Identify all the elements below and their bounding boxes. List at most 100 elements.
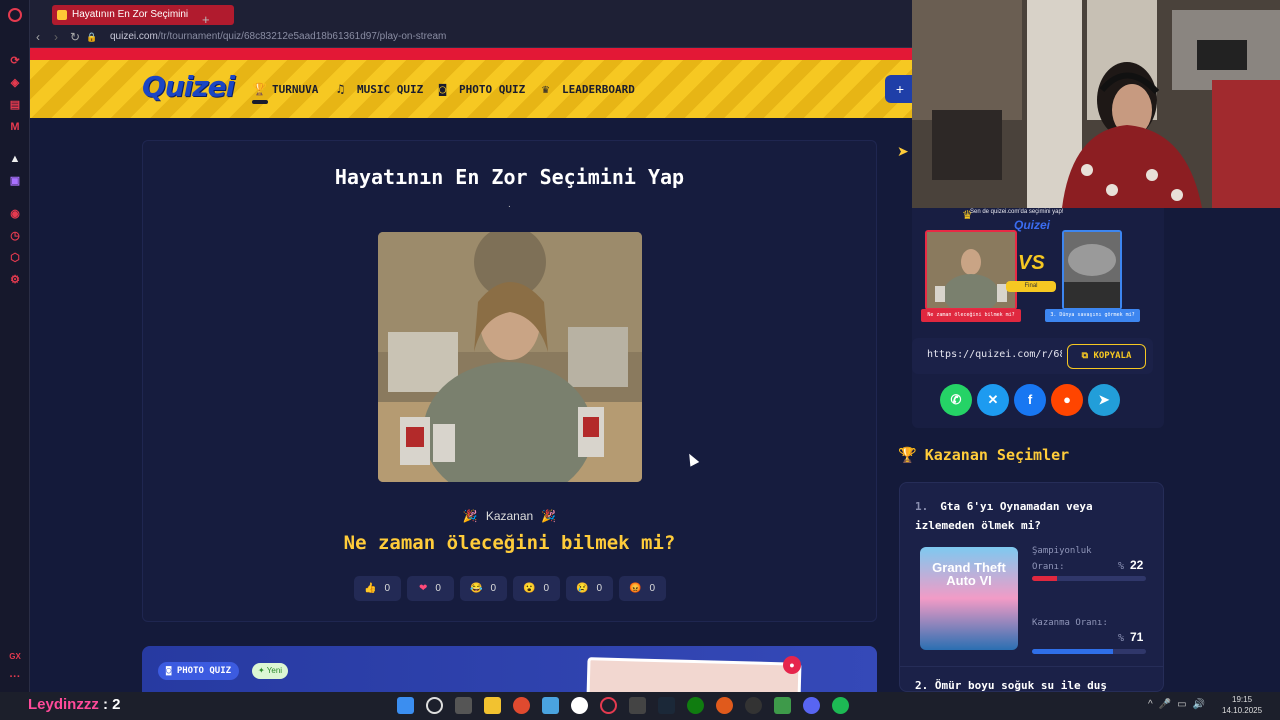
extensions-icon[interactable]: ⬡: [8, 251, 22, 265]
camera-icon: ◙: [166, 666, 177, 676]
gx-icon[interactable]: GX: [8, 650, 22, 664]
taskbar: Leydinzzz : 2 ^🎤▭🔊 19:15 14.10.2025: [0, 692, 1280, 720]
twitch-icon[interactable]: ▣: [8, 174, 22, 188]
copy-label: KOPYALA: [1093, 351, 1132, 361]
sidebar-player-icon[interactable]: ◉: [8, 207, 22, 221]
share-url-box: https://quizei.com/r/68c ⧉ KOPYALA: [912, 338, 1153, 374]
vs-right-label: 3. Dünya savaşını görmek mi?: [1045, 309, 1140, 322]
reddit-icon[interactable]: ●: [1051, 384, 1083, 416]
winner-item-title: 1. Gta 6'yı Oynamadan veya izlemeden ölme…: [915, 497, 1135, 535]
app-icon-2[interactable]: [745, 697, 762, 714]
telegram-icon[interactable]: ➤: [1088, 384, 1120, 416]
create-button[interactable]: +: [885, 75, 915, 103]
winner-label-text: Kazanan: [485, 509, 534, 523]
next-winner-item[interactable]: 2. Ömür boyu soğuk su ile duş: [915, 679, 1107, 692]
final-badge-text: Final: [1024, 283, 1038, 289]
webcam-overlay: [912, 0, 1280, 208]
forward-icon[interactable]: ›: [54, 30, 58, 44]
winner-list-item[interactable]: 1. Gta 6'yı Oynamadan veya izlemeden ölme…: [899, 482, 1164, 692]
site-logo[interactable]: Quizei: [142, 70, 235, 103]
tab-bar: Hayatının En Zor Seçimini +: [30, 0, 912, 28]
photo-quiz-badge: ◙ PHOTO QUIZ: [158, 662, 240, 680]
photo-quiz-banner[interactable]: ◙ PHOTO QUIZ ✦ Yeni ●: [142, 646, 877, 696]
whatsapp-icon[interactable]: ✆: [940, 384, 972, 416]
search-icon[interactable]: [426, 697, 443, 714]
epic-games-icon[interactable]: [629, 697, 646, 714]
sidebar-shop-icon[interactable]: ▤: [8, 98, 22, 112]
facebook-icon[interactable]: f: [1014, 384, 1046, 416]
pin-icon: ●: [783, 656, 801, 674]
new-badge-text: Yeni: [266, 666, 283, 675]
more-icon[interactable]: ···: [8, 670, 22, 684]
app-icon-3[interactable]: [774, 697, 791, 714]
steam-icon[interactable]: [658, 697, 675, 714]
left-choice-thumb: [927, 232, 1015, 314]
system-tray[interactable]: ^🎤▭🔊: [1148, 699, 1211, 710]
spotify-icon[interactable]: [832, 697, 849, 714]
url-field[interactable]: quizei.com/tr/tournament/quiz/68c83212e5…: [110, 31, 446, 42]
reaction-count: 0: [490, 583, 496, 594]
obs-icon[interactable]: [571, 697, 588, 714]
divider: [900, 666, 1163, 667]
nav-label: TURNUVA: [272, 83, 319, 96]
file-explorer-icon[interactable]: [484, 697, 501, 714]
sidebar-m-icon[interactable]: M: [8, 120, 22, 134]
confetti-icon: 🎉: [541, 509, 557, 523]
chrome-icon[interactable]: [513, 697, 530, 714]
send-icon[interactable]: ➤: [897, 143, 909, 160]
task-view-icon[interactable]: [455, 697, 472, 714]
result-card: Hayatının En Zor Seçimini Yap . 🎉 Kazanan…: [142, 140, 877, 622]
camera-icon: ◙: [439, 82, 447, 96]
back-icon[interactable]: ‹: [36, 30, 40, 44]
heart-icon: ❤: [419, 583, 428, 594]
thumbs-up-icon: 👍: [363, 583, 377, 594]
url-host: quizei.com: [110, 31, 158, 42]
history-icon[interactable]: ◷: [8, 229, 22, 243]
social-share-buttons: ✆ ✕ f ● ➤: [940, 384, 1120, 416]
winner-photo: [378, 232, 642, 482]
winners-heading-text: Kazanan Seçimler: [924, 446, 1070, 464]
reaction-count: 0: [543, 583, 549, 594]
share-url-field[interactable]: https://quizei.com/r/68c: [927, 349, 1062, 360]
ea-icon[interactable]: [716, 697, 733, 714]
reaction-love-button[interactable]: ❤ 0: [406, 576, 454, 601]
clock[interactable]: 19:15 14.10.2025: [1222, 694, 1262, 716]
reaction-like-button[interactable]: 👍 0: [353, 576, 401, 601]
reaction-count: 0: [384, 583, 390, 594]
opera-gx-icon[interactable]: [600, 697, 617, 714]
copy-icon: ⧉: [1081, 351, 1094, 361]
nav-label: LEADERBOARD: [562, 83, 635, 96]
reaction-laugh-button[interactable]: 😂 0: [459, 576, 507, 601]
start-icon[interactable]: [397, 697, 414, 714]
reaction-angry-button[interactable]: 😡 0: [618, 576, 666, 601]
right-column: ♛ Sen de quizei.com'da seçimini yap! Qui…: [898, 0, 1280, 692]
sidebar-refresh-icon[interactable]: ⟳: [8, 54, 22, 68]
copy-button[interactable]: ⧉ KOPYALA: [1067, 344, 1146, 369]
browser-tab[interactable]: Hayatının En Zor Seçimini +: [52, 5, 234, 27]
reaction-sad-button[interactable]: 😢 0: [565, 576, 613, 601]
gta-logo-text: Grand Theft Auto VI: [932, 560, 1006, 588]
photo-preview-card: [586, 657, 802, 696]
webcam-feed: [912, 0, 1280, 208]
stream-border: [30, 48, 912, 60]
opera-icon[interactable]: [8, 8, 22, 22]
sidebar-ai-icon[interactable]: ▲: [8, 152, 22, 166]
new-tab-button[interactable]: +: [202, 10, 210, 30]
confetti-icon: 🎉: [462, 509, 478, 523]
settings-icon[interactable]: ⚙: [8, 273, 22, 287]
app-icon[interactable]: [542, 697, 559, 714]
nav-turnuva[interactable]: 🏆 TURNUVA: [252, 82, 318, 96]
x-icon[interactable]: ✕: [977, 384, 1009, 416]
sidebar-messenger-icon[interactable]: ◈: [8, 76, 22, 90]
quiz-title: Hayatının En Zor Seçimini Yap: [334, 165, 685, 189]
discord-icon[interactable]: [803, 697, 820, 714]
nav-active-indicator: [252, 100, 268, 104]
xbox-icon[interactable]: [687, 697, 704, 714]
nav-leaderboard[interactable]: ♛ LEADERBOARD: [542, 82, 635, 96]
win-rate-bar: [1032, 649, 1146, 654]
nav-music-quiz[interactable]: ♫ MUSIC QUIZ: [337, 82, 423, 96]
reaction-wow-button[interactable]: 😮 0: [512, 576, 560, 601]
nav-photo-quiz[interactable]: ◙ PHOTO QUIZ: [439, 82, 525, 96]
champion-rate-fill: [1032, 576, 1058, 581]
reload-icon[interactable]: ↻: [70, 30, 80, 44]
